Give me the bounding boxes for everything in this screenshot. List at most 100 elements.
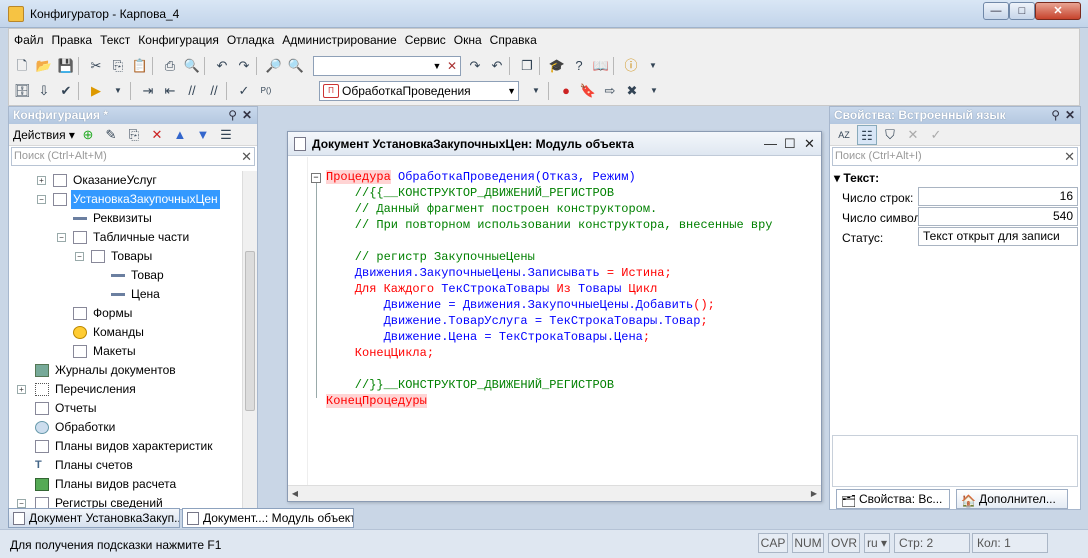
filter-icon[interactable]: ⛉ bbox=[880, 125, 900, 145]
tree-item-ustanovka-zakupochnyh-cen[interactable]: − УстановкаЗакупочныхЦен bbox=[9, 190, 243, 209]
maximize-icon[interactable]: ☐ bbox=[784, 132, 796, 156]
run-debug-icon[interactable]: ▶ bbox=[86, 81, 106, 101]
menu-help[interactable]: Справка bbox=[486, 31, 541, 49]
uncomment-icon[interactable]: // bbox=[204, 81, 224, 101]
redo-icon[interactable]: ↷ bbox=[234, 56, 254, 76]
clear-icon[interactable]: ✕ bbox=[1064, 148, 1075, 165]
maximize-button[interactable]: □ bbox=[1009, 2, 1035, 20]
tree-scrollbar[interactable] bbox=[242, 171, 257, 511]
help-book-icon[interactable]: 📖 bbox=[591, 56, 611, 76]
move-up-icon[interactable]: ▲ bbox=[170, 125, 190, 145]
menu-file[interactable]: Файл bbox=[10, 31, 48, 49]
clear-icon[interactable]: ✕ bbox=[445, 57, 459, 75]
sort-alpha-icon[interactable]: AZ bbox=[834, 125, 854, 145]
close-icon[interactable]: ✕ bbox=[1065, 107, 1075, 124]
expand-icon[interactable]: + bbox=[17, 385, 26, 394]
tree-item-cena[interactable]: Цена bbox=[9, 285, 243, 304]
undo-icon[interactable]: ↶ bbox=[212, 56, 232, 76]
chevron-down-icon[interactable]: ▼ bbox=[430, 57, 444, 75]
search-input[interactable]: ▼ ✕ bbox=[313, 56, 461, 76]
print-preview-icon[interactable]: 🔍 bbox=[182, 56, 202, 76]
menu-edit[interactable]: Правка bbox=[48, 31, 97, 49]
tree-item-tovar[interactable]: Товар bbox=[9, 266, 243, 285]
tree-item-chart-of-calculation-types[interactable]: Планы видов расчета bbox=[9, 475, 243, 494]
tree-item-forms[interactable]: Формы bbox=[9, 304, 243, 323]
window-tab-document[interactable]: Документ УстановкаЗакуп... bbox=[8, 508, 180, 528]
editor-hscrollbar[interactable]: ◀ ▶ bbox=[288, 485, 821, 501]
pin-icon[interactable]: ⚲ bbox=[1051, 107, 1060, 124]
menu-debug[interactable]: Отладка bbox=[223, 31, 278, 49]
copy-icon[interactable]: ⎘ bbox=[124, 125, 144, 145]
info-icon[interactable]: ⓘ bbox=[621, 56, 641, 76]
syntax-check-icon[interactable]: ✔ bbox=[56, 81, 76, 101]
tree-item-reports[interactable]: Отчеты bbox=[9, 399, 243, 418]
windows-icon[interactable]: ❐ bbox=[517, 56, 537, 76]
chevron-down-icon[interactable]: ▼ bbox=[108, 81, 128, 101]
tab-properties[interactable]: 🗂 Свойства: Вс... bbox=[836, 489, 950, 509]
save-icon[interactable]: 💾 bbox=[56, 56, 76, 76]
property-group[interactable]: ▾ Текст: bbox=[834, 171, 879, 185]
tree-item-enums[interactable]: + Перечисления bbox=[9, 380, 243, 399]
copy-icon[interactable]: ⎘ bbox=[108, 56, 128, 76]
apply-icon[interactable]: ✓ bbox=[926, 125, 946, 145]
tree-item-chart-of-accounts[interactable]: T Планы счетов bbox=[9, 456, 243, 475]
list-icon[interactable]: ☰ bbox=[216, 125, 236, 145]
block-outdent-icon[interactable]: ⇤ bbox=[160, 81, 180, 101]
code-area[interactable]: − Процедура ОбработкаПроведения(Отказ, Р… bbox=[288, 157, 821, 487]
menu-text[interactable]: Текст bbox=[96, 31, 134, 49]
categorized-icon[interactable]: ☷ bbox=[857, 124, 877, 145]
tree-item-tabular-sections[interactable]: − Табличные части bbox=[9, 228, 243, 247]
syntax-helper-icon[interactable]: ? bbox=[569, 56, 589, 76]
close-button[interactable]: ✕ bbox=[1035, 2, 1081, 20]
cancel-icon[interactable]: ✕ bbox=[903, 125, 923, 145]
print-icon[interactable]: ⎙ bbox=[160, 56, 180, 76]
find-in-files-icon[interactable]: 🔎 bbox=[264, 56, 284, 76]
search-next-icon[interactable]: ↷ bbox=[465, 56, 485, 76]
close-icon[interactable]: ✕ bbox=[804, 132, 815, 156]
bookmark-next-icon[interactable]: ⇨ bbox=[600, 81, 620, 101]
cut-icon[interactable]: ✂ bbox=[86, 56, 106, 76]
clear-icon[interactable]: ✕ bbox=[241, 148, 252, 165]
tab-additional[interactable]: 🏠 Дополнител... bbox=[956, 489, 1068, 509]
scrollbar-thumb[interactable] bbox=[245, 251, 255, 411]
add-icon[interactable]: ⊕ bbox=[78, 125, 98, 145]
menu-service[interactable]: Сервис bbox=[401, 31, 450, 49]
bookmark-icon[interactable]: 🔖 bbox=[578, 81, 598, 101]
config-db-icon[interactable]: 🗄 bbox=[12, 81, 32, 101]
pin-icon[interactable]: ⚲ bbox=[228, 107, 237, 124]
language-indicator[interactable]: ru ▾ bbox=[864, 533, 890, 553]
close-icon[interactable]: ✕ bbox=[242, 107, 252, 124]
fold-collapse-icon[interactable]: − bbox=[311, 173, 321, 183]
scroll-left-icon[interactable]: ◀ bbox=[288, 486, 302, 501]
menu-windows[interactable]: Окна bbox=[450, 31, 486, 49]
tree-item-okazanie-uslug[interactable]: + ОказаниеУслуг bbox=[9, 171, 243, 190]
tree-item-data-processors[interactable]: Обработки bbox=[9, 418, 243, 437]
properties-search-input[interactable]: Поиск (Ctrl+Alt+I) ✕ bbox=[832, 147, 1078, 166]
delete-icon[interactable]: ✕ bbox=[147, 125, 167, 145]
tree-item-commands[interactable]: Команды bbox=[9, 323, 243, 342]
assistant-icon[interactable]: 🎓 bbox=[547, 56, 567, 76]
collapse-icon[interactable]: − bbox=[75, 252, 84, 261]
scroll-right-icon[interactable]: ▶ bbox=[807, 486, 821, 501]
expand-icon[interactable]: + bbox=[37, 176, 46, 185]
tree-item-tovary[interactable]: − Товары bbox=[9, 247, 243, 266]
collapse-icon[interactable]: − bbox=[37, 195, 46, 204]
tree-item-rekvizity[interactable]: Реквизиты bbox=[9, 209, 243, 228]
window-tab-module[interactable]: Документ...: Модуль объекта bbox=[182, 508, 354, 528]
actions-menu[interactable]: Действия ▾ bbox=[13, 128, 75, 142]
comment-icon[interactable]: // bbox=[182, 81, 202, 101]
move-down-icon[interactable]: ▼ bbox=[193, 125, 213, 145]
find-icon[interactable]: 🔍 bbox=[286, 56, 306, 76]
minimize-icon[interactable]: — bbox=[764, 132, 777, 156]
tree-item-document-journals[interactable]: Журналы документов bbox=[9, 361, 243, 380]
tree-item-chart-of-characteristic-types[interactable]: Планы видов характеристик bbox=[9, 437, 243, 456]
minimize-button[interactable]: — bbox=[983, 2, 1009, 20]
search-prev-icon[interactable]: ↶ bbox=[487, 56, 507, 76]
chevron-down-icon[interactable]: ▼ bbox=[644, 81, 664, 101]
procedures-list-icon[interactable]: P() bbox=[256, 81, 276, 101]
procedure-selector[interactable]: П ОбработкаПроведения ▼ bbox=[319, 81, 519, 101]
tree-item-templates[interactable]: Макеты bbox=[9, 342, 243, 361]
config-search-input[interactable]: Поиск (Ctrl+Alt+M) ✕ bbox=[11, 147, 255, 166]
menu-configuration[interactable]: Конфигурация bbox=[134, 31, 223, 49]
edit-icon[interactable]: ✎ bbox=[101, 125, 121, 145]
